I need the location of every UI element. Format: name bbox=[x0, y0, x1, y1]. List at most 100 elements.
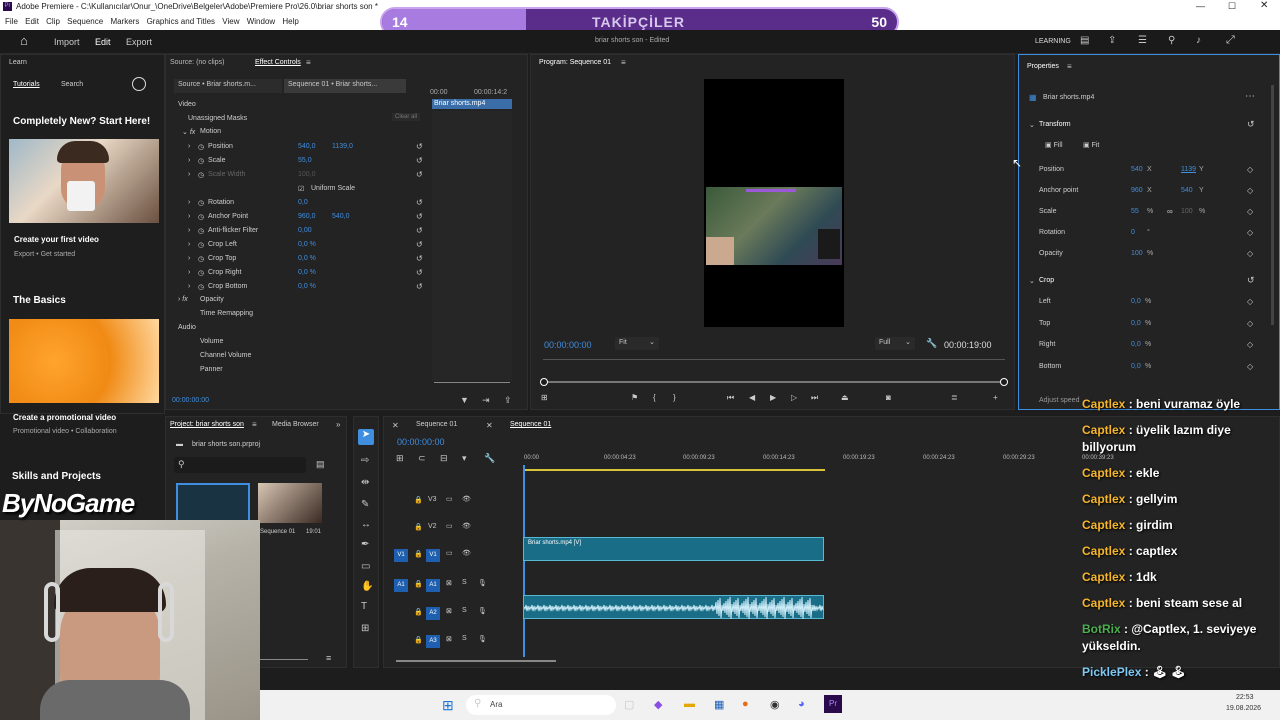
maximize-icon[interactable]: ☐ bbox=[1228, 1, 1236, 12]
timeline-tab-2[interactable]: Sequence 01 bbox=[510, 421, 551, 428]
reset-param-icon[interactable]: ↺ bbox=[416, 268, 423, 277]
microphone-icon[interactable]: 🎙 bbox=[478, 579, 487, 587]
ec-volume[interactable]: Volume bbox=[200, 338, 223, 345]
wrench-icon[interactable]: 🔧 bbox=[926, 338, 937, 349]
export-tab[interactable]: Export bbox=[126, 37, 152, 47]
search-icon[interactable]: ⚲ bbox=[1168, 35, 1175, 46]
ec-time-remapping[interactable]: Time Remapping bbox=[200, 310, 253, 317]
ec-param-value[interactable]: 0,0 % bbox=[298, 269, 316, 276]
reset-param-icon[interactable]: ↺ bbox=[416, 226, 423, 235]
taskbar-search[interactable]: ⚲ Ara bbox=[466, 695, 616, 715]
menu-file[interactable]: File bbox=[5, 14, 18, 30]
menu-window[interactable]: Window bbox=[247, 14, 275, 30]
stopwatch-icon[interactable]: ◷ bbox=[198, 255, 204, 263]
tutorials-tab[interactable]: Tutorials bbox=[13, 81, 40, 88]
mute-icon[interactable]: ⊠ bbox=[446, 635, 452, 643]
ec-unassigned-masks[interactable]: Unassigned Masks bbox=[188, 115, 247, 122]
project-menu-icon[interactable]: ≡ bbox=[252, 420, 257, 429]
add-marker-icon[interactable]: ⚑ bbox=[631, 393, 638, 402]
expand-icon[interactable]: › bbox=[188, 283, 190, 290]
button-editor-icon[interactable]: ≣ bbox=[951, 393, 958, 402]
property-value-a[interactable]: 100 bbox=[1131, 250, 1143, 257]
project-search-input[interactable]: ⚲ bbox=[174, 457, 306, 473]
stopwatch-icon[interactable]: ◷ bbox=[198, 283, 204, 291]
ec-param-value-2[interactable]: 1139,0 bbox=[332, 143, 353, 150]
play-icon[interactable]: ▶ bbox=[770, 393, 776, 402]
sync-lock-icon[interactable]: ▭ bbox=[446, 495, 453, 503]
reset-param-icon[interactable]: ↺ bbox=[416, 170, 423, 179]
property-value-b[interactable]: 1139 bbox=[1181, 166, 1196, 173]
close-tab-icon[interactable]: ✕ bbox=[486, 421, 493, 430]
microphone-icon[interactable]: 🎙 bbox=[478, 607, 487, 615]
ec-opacity[interactable]: Opacity bbox=[200, 296, 224, 303]
stopwatch-icon[interactable]: ◷ bbox=[198, 227, 204, 235]
premiere-taskbar-icon[interactable]: Pr bbox=[824, 695, 842, 713]
ec-zoom-slider[interactable] bbox=[434, 382, 510, 383]
menu-view[interactable]: View bbox=[222, 14, 239, 30]
lock-icon[interactable]: 🔒 bbox=[414, 550, 423, 558]
new-bin-icon[interactable]: ▤ bbox=[316, 459, 325, 470]
widgets-icon[interactable]: ◆ bbox=[654, 698, 662, 711]
rectangle-tool-icon[interactable]: ▭ bbox=[361, 561, 370, 572]
tutorial-thumbnail-1[interactable] bbox=[9, 139, 159, 223]
crop-value[interactable]: 0,0 bbox=[1131, 298, 1141, 305]
stopwatch-icon[interactable]: ◷ bbox=[198, 199, 204, 207]
ec-param-value[interactable]: 55,0 bbox=[298, 157, 312, 164]
crop-value[interactable]: 0,0 bbox=[1131, 363, 1141, 370]
expand-icon[interactable]: › bbox=[188, 255, 190, 262]
expand-icon[interactable]: › bbox=[188, 213, 190, 220]
menu-graphics[interactable]: Graphics and Titles bbox=[147, 14, 215, 30]
expand-icon[interactable]: › bbox=[188, 241, 190, 248]
keyframe-icon[interactable]: ◇ bbox=[1247, 207, 1253, 216]
reset-param-icon[interactable]: ↺ bbox=[416, 156, 423, 165]
reset-crop-icon[interactable]: ↺ bbox=[1247, 275, 1255, 286]
reset-param-icon[interactable]: ↺ bbox=[416, 142, 423, 151]
task-view-icon[interactable]: ▢ bbox=[624, 698, 634, 711]
learn-tab[interactable]: Learn bbox=[9, 59, 27, 66]
track-name[interactable]: V3 bbox=[428, 496, 437, 503]
audio-icon[interactable]: ♪ bbox=[1196, 35, 1201, 46]
ec-param-value[interactable]: 0,0 % bbox=[298, 241, 316, 248]
fx-opacity-toggle[interactable]: › fx bbox=[178, 296, 188, 303]
mute-icon[interactable]: ⊠ bbox=[446, 579, 452, 587]
expand-icon[interactable]: › bbox=[188, 157, 190, 164]
filter-icon[interactable]: ▼ bbox=[460, 395, 469, 405]
ec-param-value[interactable]: 100,0 bbox=[298, 171, 316, 178]
source-panel-tab[interactable]: Source: (no clips) bbox=[170, 59, 224, 66]
ripple-edit-icon[interactable]: ⇹ bbox=[361, 477, 369, 488]
ec-param-value[interactable]: 0,0 bbox=[298, 199, 308, 206]
solo-icon[interactable]: S bbox=[462, 579, 467, 586]
property-value-a[interactable]: 0 bbox=[1131, 229, 1135, 236]
resolution-select[interactable]: Full ⌄ bbox=[875, 337, 915, 350]
slip-tool-icon[interactable]: ↔ bbox=[361, 519, 371, 530]
work-area-bar[interactable] bbox=[525, 469, 825, 471]
program-timecode[interactable]: 00:00:00:00 bbox=[544, 340, 592, 350]
stopwatch-icon[interactable]: ◷ bbox=[198, 157, 204, 165]
card-create-promo[interactable]: Create a promotional video bbox=[13, 413, 116, 422]
razor-tool-icon[interactable]: ✎ bbox=[361, 499, 369, 510]
clear-all-button[interactable]: Clear all bbox=[392, 113, 421, 121]
project-tab[interactable]: Project: briar shorts son bbox=[170, 421, 244, 428]
fullscreen-icon[interactable]: ⤢ bbox=[1226, 34, 1235, 47]
stopwatch-icon[interactable]: ◷ bbox=[198, 171, 204, 179]
audio-clip-a2[interactable] bbox=[523, 595, 824, 620]
lock-icon[interactable]: 🔒 bbox=[414, 496, 423, 504]
track-select-icon[interactable]: ⇨ bbox=[361, 455, 369, 466]
reset-param-icon[interactable]: ↺ bbox=[416, 198, 423, 207]
project-item-sequence-thumb[interactable] bbox=[258, 483, 322, 523]
card-create-first-video[interactable]: Create your first video bbox=[14, 235, 99, 244]
lock-icon[interactable]: 🔒 bbox=[414, 580, 423, 588]
account-icon[interactable] bbox=[132, 77, 146, 91]
ec-channel-volume[interactable]: Channel Volume bbox=[200, 352, 251, 359]
search-tab[interactable]: Search bbox=[61, 81, 83, 88]
menu-clip[interactable]: Clip bbox=[46, 14, 60, 30]
ec-panner[interactable]: Panner bbox=[200, 366, 223, 373]
ec-clip-bar[interactable]: Briar shorts.mp4 bbox=[432, 99, 512, 109]
ec-param-value[interactable]: 0,00 bbox=[298, 227, 312, 234]
source-clip-tab[interactable]: Source • Briar shorts.m... bbox=[174, 79, 282, 93]
lock-icon[interactable]: 🔒 bbox=[414, 608, 423, 616]
ec-param-value[interactable]: 960,0 bbox=[298, 213, 316, 220]
crop-value[interactable]: 0,0 bbox=[1131, 320, 1141, 327]
stopwatch-icon[interactable]: ◷ bbox=[198, 269, 204, 277]
menu-edit[interactable]: Edit bbox=[25, 14, 39, 30]
